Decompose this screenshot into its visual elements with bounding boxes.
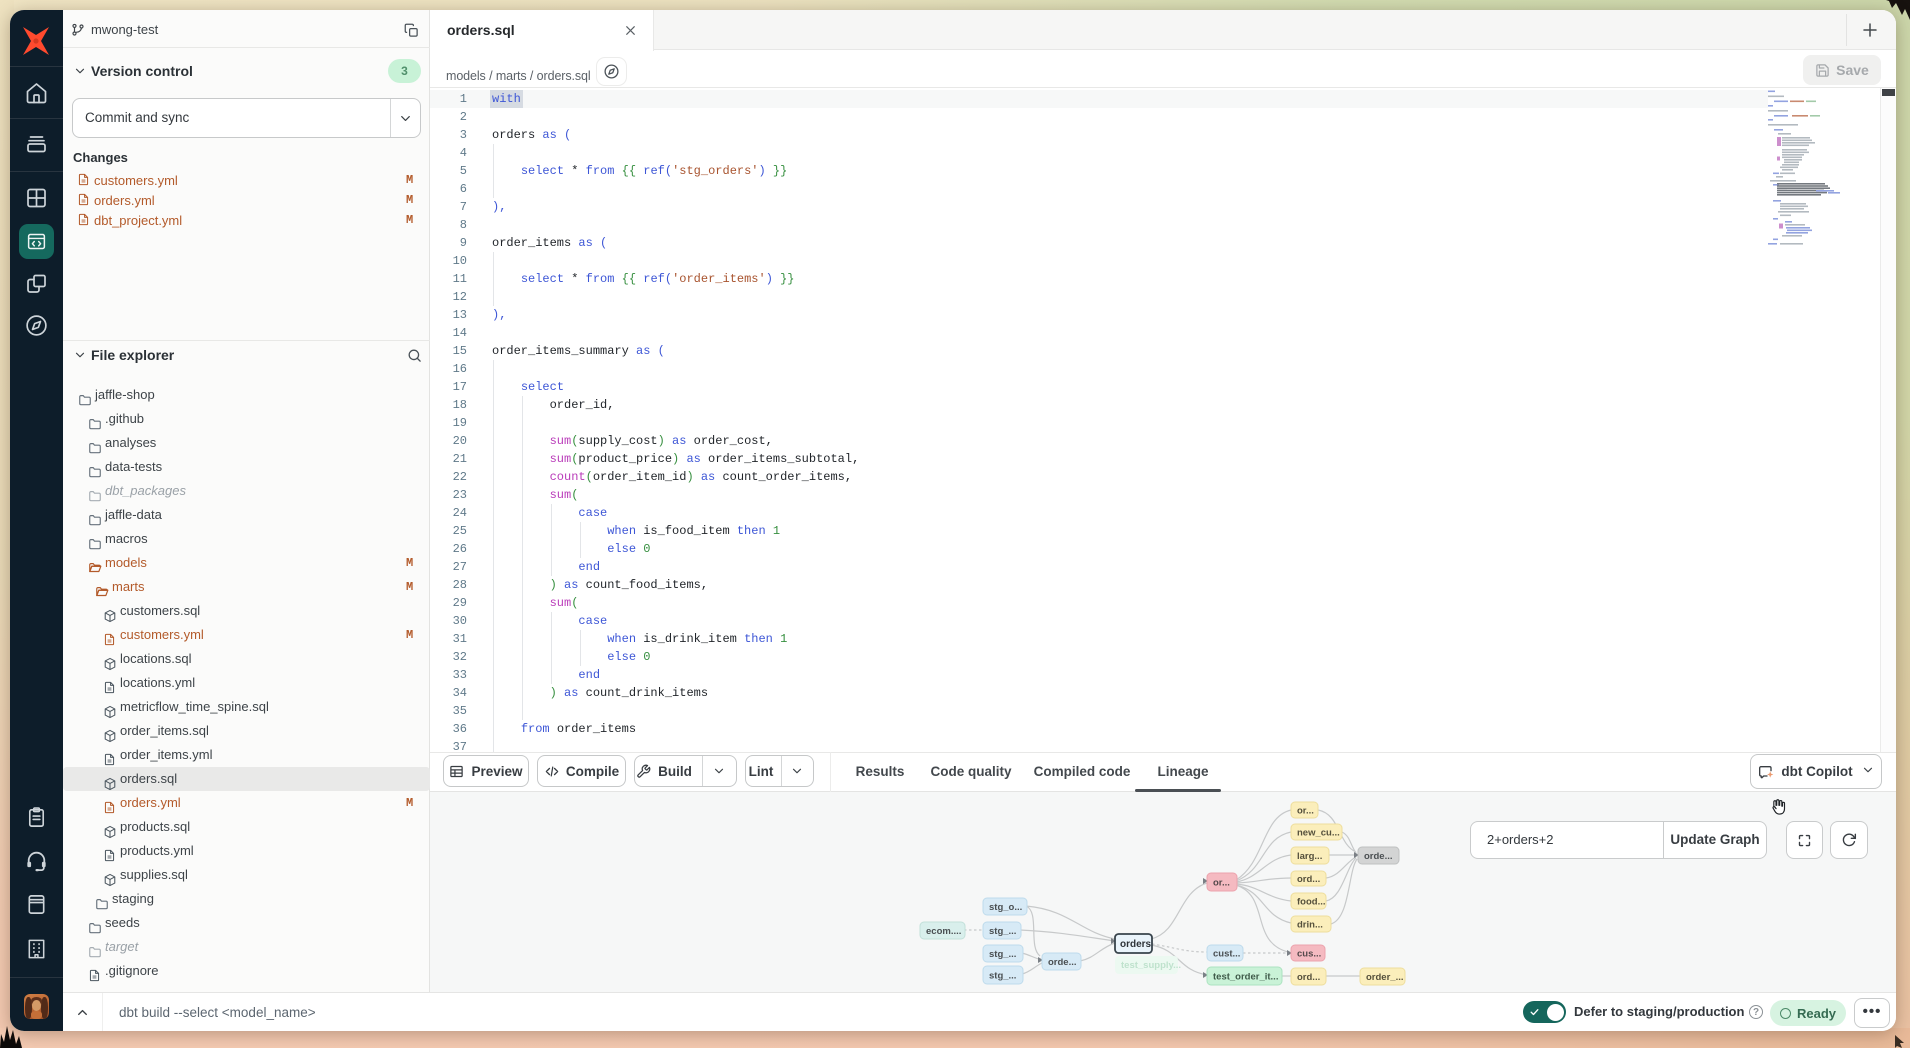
svg-text:cust...: cust... (1213, 949, 1240, 960)
svg-text:ecom....: ecom.... (926, 926, 961, 937)
svg-text:cus...: cus... (1297, 949, 1321, 960)
svg-text:stg_...: stg_... (989, 949, 1016, 960)
svg-text:order_...: order_... (1366, 972, 1404, 983)
svg-text:ord...: ord... (1297, 972, 1320, 983)
svg-text:new_cu...: new_cu... (1297, 828, 1340, 839)
svg-text:drin...: drin... (1297, 920, 1323, 931)
svg-text:larg...: larg... (1297, 851, 1322, 862)
svg-text:or...: or... (1213, 878, 1230, 889)
svg-text:food...: food... (1297, 897, 1326, 908)
svg-text:stg_...: stg_... (989, 926, 1016, 937)
svg-text:orde...: orde... (1048, 957, 1077, 968)
svg-text:stg_...: stg_... (989, 971, 1016, 982)
svg-text:orders: orders (1120, 939, 1152, 950)
svg-text:stg_o...: stg_o... (989, 902, 1022, 913)
svg-text:test_order_it...: test_order_it... (1213, 972, 1278, 983)
svg-text:ord...: ord... (1297, 874, 1320, 885)
svg-text:or...: or... (1297, 806, 1314, 817)
svg-text:orde...: orde... (1364, 851, 1393, 862)
svg-text:test_supply...: test_supply... (1121, 960, 1181, 971)
